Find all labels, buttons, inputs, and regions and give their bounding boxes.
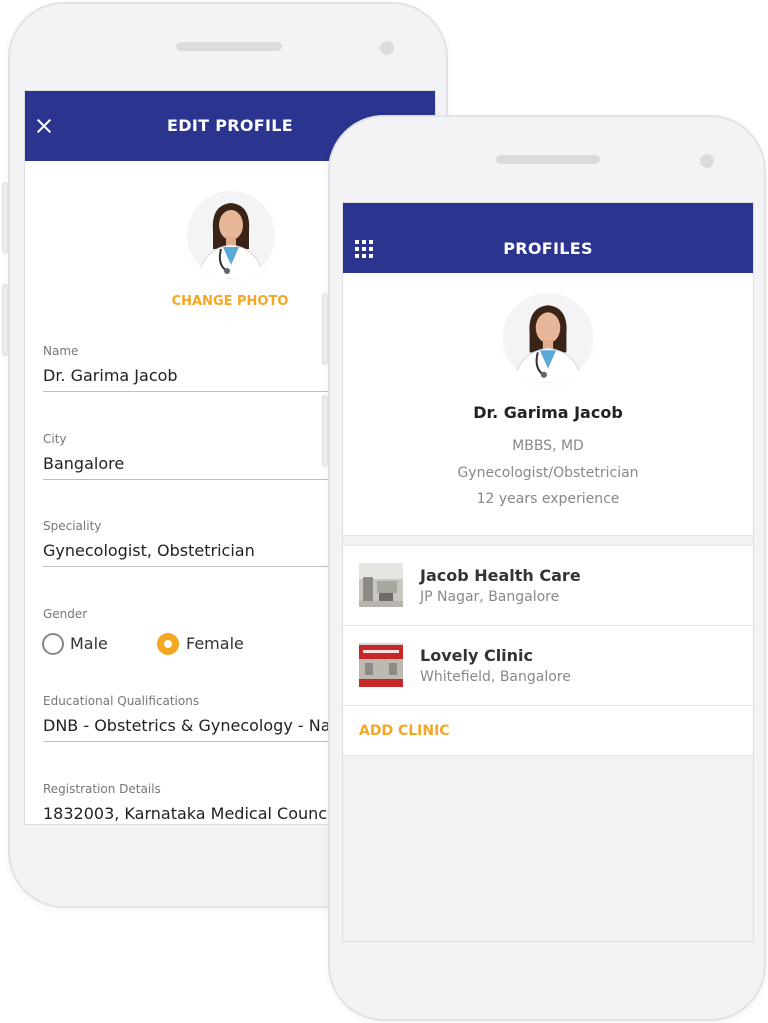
- registration-label: Registration Details: [43, 782, 161, 796]
- camera: [380, 41, 394, 55]
- gender-female-radio[interactable]: [157, 633, 179, 655]
- name-label: Name: [43, 344, 79, 358]
- speaker: [176, 42, 282, 51]
- doctor-avatar[interactable]: [503, 293, 593, 383]
- speciality-field[interactable]: Gynecologist, Obstetrician: [43, 541, 255, 560]
- speaker: [496, 155, 600, 164]
- doctor-speciality: Gynecologist/Obstetrician: [457, 465, 639, 481]
- city-label: City: [43, 432, 67, 446]
- doctor-experience: 12 years experience: [476, 491, 620, 507]
- camera: [700, 154, 714, 168]
- clinic-thumbnail: [359, 563, 403, 607]
- city-field[interactable]: Bangalore: [43, 454, 124, 473]
- phone-profiles: PROFILES Dr. Garima Jacob MBBS, MD Gynec…: [322, 115, 766, 1021]
- page-title: PROFILES: [503, 239, 593, 258]
- speciality-label: Speciality: [43, 519, 102, 533]
- side-button: [2, 182, 8, 254]
- doctor-name: Dr. Garima Jacob: [473, 403, 623, 422]
- side-button: [2, 284, 8, 356]
- clinic-list: Jacob Health Care JP Nagar, Bangalore Lo…: [343, 545, 753, 756]
- clinic-location: JP Nagar, Bangalore: [420, 589, 560, 605]
- profiles-screen: PROFILES Dr. Garima Jacob MBBS, MD Gynec…: [342, 202, 754, 942]
- clinic-location: Whitefield, Bangalore: [420, 669, 571, 685]
- clinic-name: Jacob Health Care: [420, 566, 581, 585]
- gender-male-label[interactable]: Male: [70, 634, 108, 653]
- side-button: [322, 395, 328, 467]
- app-bar: PROFILES: [343, 203, 753, 273]
- profile-card: Dr. Garima Jacob MBBS, MD Gynecologist/O…: [343, 273, 753, 536]
- clinic-item[interactable]: Jacob Health Care JP Nagar, Bangalore: [343, 546, 753, 626]
- clinic-thumbnail: [359, 643, 403, 687]
- education-label: Educational Qualifications: [43, 694, 200, 708]
- doctor-avatar[interactable]: [187, 191, 275, 279]
- clinic-name: Lovely Clinic: [420, 646, 534, 665]
- side-button: [322, 293, 328, 365]
- gender-male-radio[interactable]: [42, 633, 64, 655]
- add-clinic-button[interactable]: ADD CLINIC: [359, 723, 450, 739]
- divider: [343, 705, 753, 706]
- name-field[interactable]: Dr. Garima Jacob: [43, 366, 178, 385]
- gender-label: Gender: [43, 607, 88, 621]
- gender-female-label[interactable]: Female: [186, 634, 244, 653]
- doctor-degree: MBBS, MD: [512, 438, 584, 454]
- clinic-item[interactable]: Lovely Clinic Whitefield, Bangalore: [343, 626, 753, 706]
